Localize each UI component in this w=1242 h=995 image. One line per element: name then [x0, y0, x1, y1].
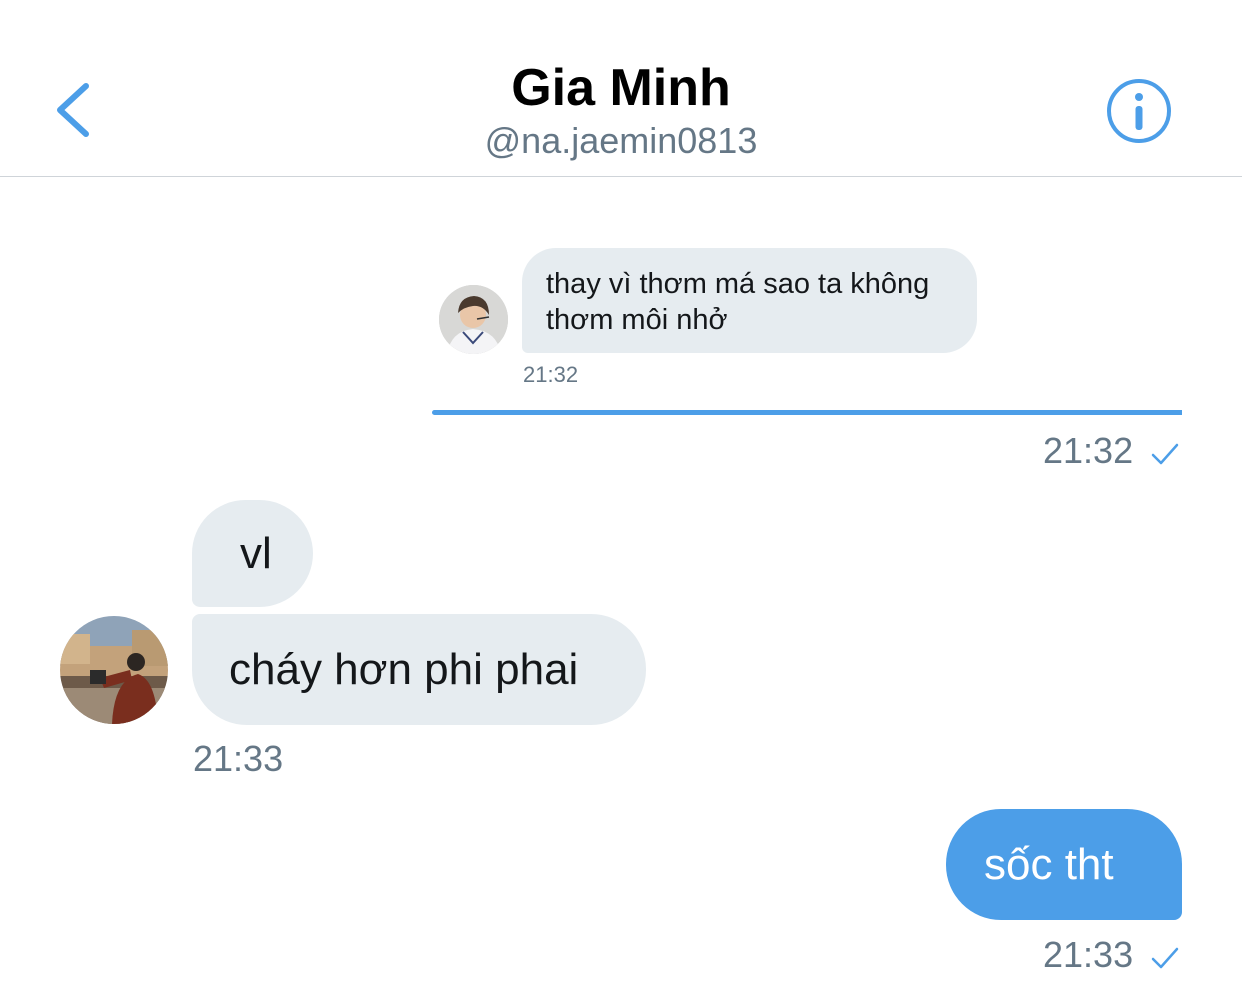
quoted-message-bubble[interactable]: thay vì thơm má sao ta không thơm môi nh…: [522, 248, 977, 353]
quoted-tweet-card-edge[interactable]: [432, 410, 1182, 415]
conversation-name: Gia Minh: [511, 59, 731, 117]
conversation-handle: @na.jaemin0813: [484, 120, 758, 161]
sender-avatar[interactable]: [60, 616, 168, 724]
conversation-header: Gia Minh @na.jaemin0813: [0, 0, 1242, 177]
sent-message-bubble[interactable]: sốc tht: [946, 809, 1182, 920]
received-message-bubble[interactable]: vl: [192, 500, 313, 607]
check-icon: [1151, 947, 1179, 969]
sent-message-time: 21:33: [1043, 934, 1134, 975]
quoted-message-text: thay vì thơm má sao ta không thơm môi nh…: [546, 268, 930, 336]
quoted-avatar[interactable]: [439, 285, 508, 354]
sent-message-time: 21:32: [1043, 430, 1134, 471]
check-icon: [1151, 443, 1179, 465]
received-message-time: 21:33: [193, 738, 284, 779]
quoted-message-time: 21:32: [523, 362, 579, 387]
info-icon[interactable]: [1106, 78, 1172, 144]
received-message-bubble[interactable]: cháy hơn phi phai: [192, 614, 646, 725]
